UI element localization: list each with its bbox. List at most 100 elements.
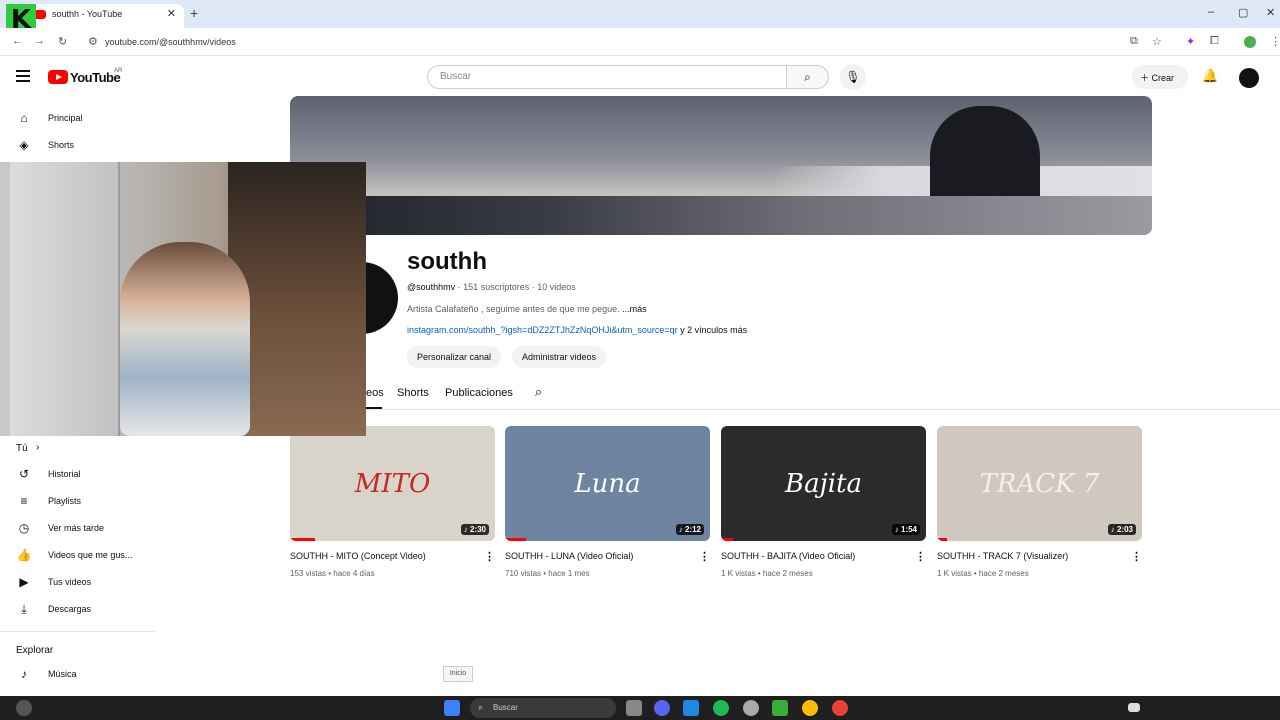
- url-field[interactable]: youtube.com/@southhmv/videos: [105, 37, 236, 47]
- hamburger-menu-icon[interactable]: [16, 70, 30, 85]
- browser-menu-icon[interactable]: ⋮: [1270, 35, 1280, 48]
- create-button[interactable]: ＋ Crear: [1132, 65, 1188, 89]
- tab-shorts[interactable]: Shorts: [397, 387, 429, 399]
- maximize-icon[interactable]: ▢: [1238, 6, 1248, 19]
- spotify-icon[interactable]: [713, 700, 729, 716]
- sidebar-item-label: Ver más tarde: [48, 523, 105, 533]
- channel-name: southh: [407, 248, 487, 275]
- minimize-icon[interactable]: –: [1208, 6, 1214, 18]
- playlist-icon: ≡: [20, 494, 28, 508]
- channel-links: instagram.com/southh_?igsh=dDZ2ZTJhZzNqO…: [407, 325, 747, 335]
- back-icon[interactable]: ←: [12, 35, 23, 47]
- start-tooltip: Inicio: [443, 666, 473, 682]
- channel-search-icon[interactable]: ⌕: [535, 384, 542, 400]
- video-meta: 153 vistas • hace 4 días: [290, 569, 375, 578]
- more-link[interactable]: ...más: [622, 304, 647, 314]
- video-thumbnail[interactable]: MITO ♪ 2:30: [290, 426, 495, 541]
- address-bar: ← → ↻ ⚙ youtube.com/@southhmv/videos ⧉ ☆…: [0, 28, 1280, 56]
- minecraft-icon[interactable]: [772, 700, 788, 716]
- notifications-bell-icon[interactable]: 🔔: [1202, 68, 1218, 84]
- tab-publicaciones[interactable]: Publicaciones: [445, 387, 513, 399]
- webcam-person: [120, 242, 250, 436]
- video-card[interactable]: Luna ♪ 2:12 SOUTHH - LUNA (Video Oficial…: [505, 426, 710, 578]
- more-options-icon[interactable]: ⋮: [1131, 550, 1142, 563]
- video-card[interactable]: MITO ♪ 2:30 SOUTHH - MITO (Concept Video…: [290, 426, 495, 578]
- shorts-icon: ◈: [19, 138, 29, 152]
- more-options-icon[interactable]: ⋮: [699, 550, 710, 563]
- profile-icon[interactable]: [1244, 36, 1256, 48]
- video-duration: ♪ 2:30: [460, 524, 489, 535]
- sidebar-section-title: Explorar: [16, 645, 54, 656]
- video-icon: ▶: [19, 575, 29, 589]
- reload-icon[interactable]: ↻: [58, 35, 67, 48]
- close-tab-icon[interactable]: ✕: [167, 7, 176, 20]
- video-title[interactable]: SOUTHH - BAJITA (Video Oficial): [721, 551, 855, 561]
- video-title[interactable]: SOUTHH - LUNA (Video Oficial): [505, 551, 633, 561]
- search-button[interactable]: ⌕: [787, 65, 829, 89]
- watch-progress-bar: [290, 538, 315, 541]
- file-explorer-icon[interactable]: [626, 700, 642, 716]
- browser-tab-strip: southh - YouTube ✕ + – ▢ ✕: [0, 0, 1280, 28]
- extensions-puzzle-icon[interactable]: ⧠: [1210, 35, 1219, 48]
- close-window-icon[interactable]: ✕: [1266, 6, 1275, 19]
- site-info-icon[interactable]: ⚙: [88, 35, 98, 48]
- video-thumbnail[interactable]: Bajita ♪ 1:54: [721, 426, 926, 541]
- extension-icon[interactable]: ✦: [1186, 35, 1195, 48]
- sidebar-item-label: Principal: [48, 113, 83, 123]
- video-meta: 710 vistas • hace 1 mes: [505, 569, 590, 578]
- user-avatar[interactable]: [1239, 68, 1259, 88]
- windows-taskbar: ⌕ Buscar: [0, 696, 1280, 720]
- video-title[interactable]: SOUTHH - TRACK 7 (Visualizer): [937, 551, 1068, 561]
- chrome-icon[interactable]: [802, 700, 818, 716]
- history-icon: ↺: [18, 467, 30, 481]
- youtube-logo-text[interactable]: YouTube: [70, 70, 121, 85]
- channel-meta: @southhmv · 151 suscriptores · 10 videos: [407, 282, 576, 292]
- install-icon[interactable]: ⧉: [1130, 35, 1138, 48]
- search-input[interactable]: Buscar: [427, 65, 787, 89]
- video-card[interactable]: Bajita ♪ 1:54 SOUTHH - BAJITA (Video Ofi…: [721, 426, 926, 578]
- taskbar-search[interactable]: ⌕ Buscar: [470, 698, 616, 718]
- app-icon[interactable]: [683, 700, 699, 716]
- more-options-icon[interactable]: ⋮: [915, 550, 926, 563]
- channel-description[interactable]: Artista Calafateño , seguime antes de qu…: [407, 304, 647, 314]
- sidebar-item-label: Playlists: [48, 496, 82, 506]
- forward-icon[interactable]: →: [34, 35, 45, 47]
- video-card[interactable]: TRACK 7 ♪ 2:03 SOUTHH - TRACK 7 (Visuali…: [937, 426, 1142, 578]
- app-icon[interactable]: [743, 700, 759, 716]
- notification-icon[interactable]: [16, 700, 32, 716]
- video-thumbnail[interactable]: TRACK 7 ♪ 2:03: [937, 426, 1142, 541]
- chevron-right-icon: ›: [36, 442, 40, 453]
- webcam-overlay: [0, 162, 366, 436]
- search-icon: ⌕: [804, 70, 811, 84]
- video-meta: 1 K vistas • hace 2 meses: [721, 569, 813, 578]
- instagram-link[interactable]: instagram.com/southh_?igsh=dDZ2ZTJhZzNqO…: [407, 325, 678, 335]
- sidebar-item-label: Videos que me gus...: [48, 550, 133, 560]
- video-count: 10 videos: [537, 282, 576, 292]
- watch-progress-bar: [937, 538, 948, 541]
- video-title[interactable]: SOUTHH - MITO (Concept Video): [290, 551, 426, 561]
- manage-videos-button[interactable]: Administrar videos: [512, 346, 607, 368]
- start-button-icon[interactable]: [444, 700, 460, 716]
- new-tab-button[interactable]: +: [190, 5, 198, 21]
- channel-handle: @southhmv: [407, 282, 456, 292]
- video-duration: ♪ 1:54: [891, 524, 920, 535]
- more-options-icon[interactable]: ⋮: [484, 550, 495, 563]
- sidebar-item-label: Descargas: [48, 604, 92, 614]
- video-thumbnail[interactable]: Luna ♪ 2:12: [505, 426, 710, 541]
- plus-icon: ＋: [1140, 73, 1152, 83]
- sidebar-item-label: Historial: [48, 469, 81, 479]
- watch-progress-bar: [505, 538, 526, 541]
- more-links[interactable]: y 2 vínculos más: [680, 325, 747, 335]
- discord-icon[interactable]: [654, 700, 670, 716]
- youtube-logo-icon[interactable]: [48, 70, 68, 84]
- chrome-icon[interactable]: [832, 700, 848, 716]
- channel-banner: [290, 96, 1152, 235]
- sidebar-item-label: Tus videos: [48, 577, 92, 587]
- tab-videos[interactable]: eos: [366, 387, 384, 399]
- customize-channel-button[interactable]: Personalizar canal: [407, 346, 502, 368]
- bookmark-star-icon[interactable]: ☆: [1152, 35, 1162, 48]
- tabs-divider: [366, 409, 1280, 410]
- voice-search-button[interactable]: 🎙: [840, 64, 866, 90]
- cloud-icon[interactable]: [1128, 703, 1140, 712]
- region-code: AR: [114, 68, 123, 74]
